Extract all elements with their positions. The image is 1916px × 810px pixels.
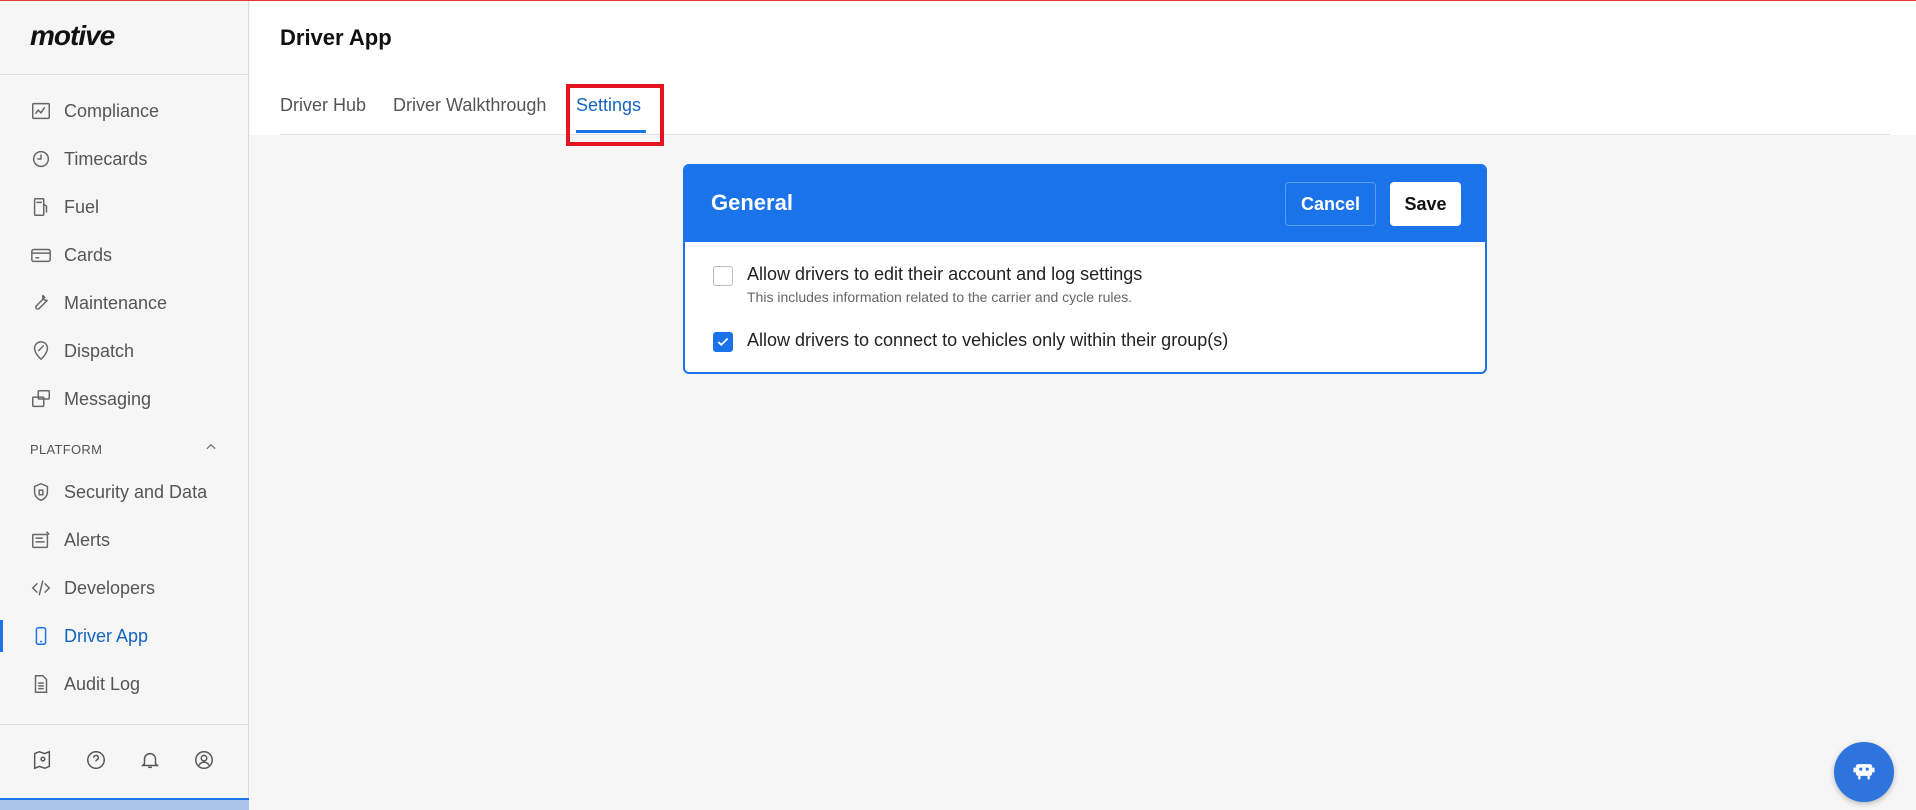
help-icon[interactable] (84, 748, 108, 772)
card-icon (30, 244, 52, 266)
general-card-header: General Cancel Save (685, 166, 1485, 242)
sidebar-item-label: Developers (64, 577, 156, 598)
sidebar-item-security-and-data[interactable]: Security and Data (0, 472, 248, 512)
clock-icon (30, 148, 52, 170)
tab-driver-hub[interactable]: Driver Hub (280, 95, 366, 116)
code-icon (30, 577, 52, 599)
top-accent-line (0, 0, 1916, 1)
sidebar-item-messaging[interactable]: Messaging (0, 379, 248, 419)
document-icon (30, 673, 52, 695)
sidebar-item-audit-log[interactable]: Audit Log (0, 664, 248, 704)
sidebar-item-label: Driver App (64, 625, 149, 646)
compliance-icon (30, 100, 52, 122)
user-icon[interactable] (192, 748, 216, 772)
page-title: Driver App (280, 25, 392, 50)
sidebar-bottom-strip (0, 798, 249, 810)
sidebar-item-label: Security and Data (64, 481, 208, 502)
platform-section-header[interactable]: PLATFORM (30, 440, 218, 459)
option-help-text: This includes information related to the… (747, 289, 1133, 305)
sidebar-item-label: Cards (64, 244, 113, 265)
dispatch-icon (30, 340, 52, 362)
bell-icon[interactable] (138, 748, 162, 772)
fuel-icon (30, 196, 52, 218)
tab-settings-underline (576, 130, 646, 133)
sidebar-item-cards[interactable]: Cards (0, 235, 248, 275)
motive-logo: motive (30, 20, 115, 51)
logo-divider (0, 74, 248, 75)
sidebar-item-dispatch[interactable]: Dispatch (0, 331, 248, 371)
sidebar-item-label: Maintenance (64, 292, 168, 313)
option-connect-vehicles-in-group: Allow drivers to connect to vehicles onl… (713, 330, 1228, 352)
tab-driver-walkthrough[interactable]: Driver Walkthrough (393, 95, 546, 116)
sidebar-item-compliance[interactable]: Compliance (0, 91, 248, 131)
option-edit-account-settings: Allow drivers to edit their account and … (713, 264, 1142, 305)
sidebar-item-label: Timecards (64, 148, 148, 169)
sidebar-item-label: Fuel (64, 196, 100, 217)
map-pin-icon[interactable] (30, 748, 54, 772)
sidebar-bottom-divider (0, 724, 248, 725)
sidebar-item-label: Audit Log (64, 673, 141, 694)
platform-section-label: PLATFORM (30, 442, 103, 457)
bot-icon (1850, 756, 1878, 789)
sidebar-item-maintenance[interactable]: Maintenance (0, 283, 248, 323)
chevron-up-icon[interactable] (204, 440, 218, 459)
sidebar-item-fuel[interactable]: Fuel (0, 187, 248, 227)
card-title: General (711, 190, 793, 215)
sidebar-item-developers[interactable]: Developers (0, 568, 248, 608)
sidebar-item-driver-app[interactable]: Driver App (0, 616, 248, 656)
connect-vehicles-in-group-checkbox[interactable] (713, 332, 733, 352)
save-button[interactable]: Save (1390, 182, 1461, 226)
sidebar-item-label: Messaging (64, 388, 152, 409)
tabs-divider (280, 134, 1890, 135)
sidebar-item-timecards[interactable]: Timecards (0, 139, 248, 179)
option-label: Allow drivers to connect to vehicles onl… (747, 330, 1229, 350)
sidebar: motive Compliance Timecards Fuel Cards M… (0, 0, 249, 810)
shield-icon (30, 481, 52, 503)
sidebar-item-label: Compliance (64, 100, 160, 121)
cancel-button[interactable]: Cancel (1285, 182, 1376, 226)
alerts-icon (30, 529, 52, 551)
sidebar-item-label: Dispatch (64, 340, 135, 361)
messaging-icon (30, 388, 52, 410)
support-chat-button[interactable] (1834, 742, 1894, 802)
sidebar-item-alerts[interactable]: Alerts (0, 520, 248, 560)
phone-icon (30, 625, 52, 647)
wrench-icon (30, 292, 52, 314)
sidebar-bottom-icons (30, 748, 216, 772)
option-label: Allow drivers to edit their account and … (747, 264, 1143, 284)
checkmark-icon (717, 337, 729, 347)
general-settings-card: General Cancel Save Allow drivers to edi… (683, 164, 1487, 374)
tab-settings[interactable]: Settings (576, 95, 641, 116)
edit-account-settings-checkbox[interactable] (713, 266, 733, 286)
page-header: Driver App Driver Hub Driver Walkthrough (250, 1, 1916, 135)
sidebar-item-label: Alerts (64, 529, 111, 550)
